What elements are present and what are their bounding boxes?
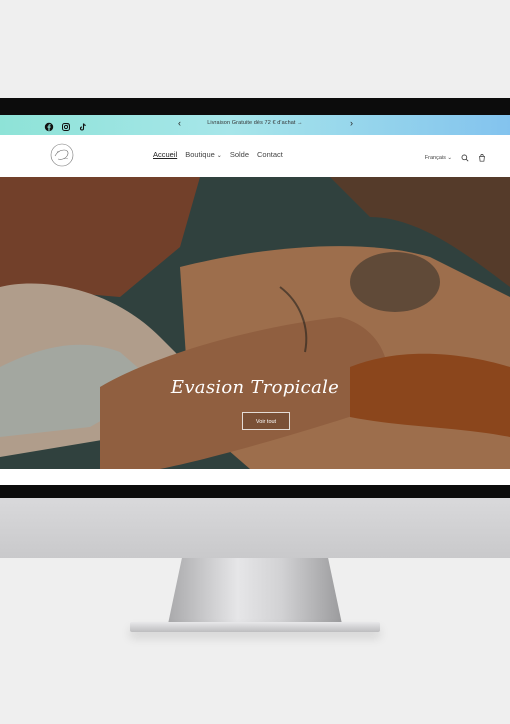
monitor-bezel-bottom bbox=[0, 485, 510, 498]
nav-item-accueil[interactable]: Accueil bbox=[153, 150, 177, 159]
announcement-next-button[interactable]: › bbox=[350, 118, 353, 128]
monitor-gap bbox=[0, 469, 510, 485]
monitor-base bbox=[130, 622, 380, 632]
search-icon[interactable] bbox=[461, 149, 469, 167]
monitor-stand bbox=[168, 558, 342, 624]
nav-item-boutique-label: Boutique bbox=[185, 150, 215, 159]
nav-item-solde[interactable]: Solde bbox=[230, 150, 249, 159]
language-label: Français bbox=[424, 155, 446, 161]
monitor-bezel-top bbox=[0, 98, 510, 115]
chevron-down-icon: ⌄ bbox=[216, 153, 222, 159]
logo[interactable] bbox=[49, 142, 75, 168]
monitor-screen: ‹ Livraison Gratuite dès 72 € d'achat → … bbox=[0, 98, 510, 469]
header-tools: Français ⌄ bbox=[425, 149, 486, 167]
chevron-down-icon: ⌄ bbox=[447, 155, 452, 161]
nav-item-boutique[interactable]: Boutique ⌄ bbox=[185, 150, 222, 159]
announcement-bar: ‹ Livraison Gratuite dès 72 € d'achat → … bbox=[0, 115, 510, 135]
language-selector[interactable]: Français ⌄ bbox=[425, 155, 452, 161]
site-header: Accueil Boutique ⌄ Solde Contact Français… bbox=[0, 135, 510, 177]
hero-title: Evasion Tropicale bbox=[170, 377, 340, 398]
cart-icon[interactable] bbox=[478, 149, 486, 167]
nav-item-contact[interactable]: Contact bbox=[257, 150, 283, 159]
announcement-text[interactable]: Livraison Gratuite dès 72 € d'achat → bbox=[0, 120, 510, 126]
hero-banner: Evasion Tropicale Voir tout bbox=[0, 177, 510, 469]
monitor-chin bbox=[0, 498, 510, 558]
view-all-button[interactable]: Voir tout bbox=[242, 412, 290, 430]
main-nav: Accueil Boutique ⌄ Solde Contact bbox=[153, 150, 283, 159]
